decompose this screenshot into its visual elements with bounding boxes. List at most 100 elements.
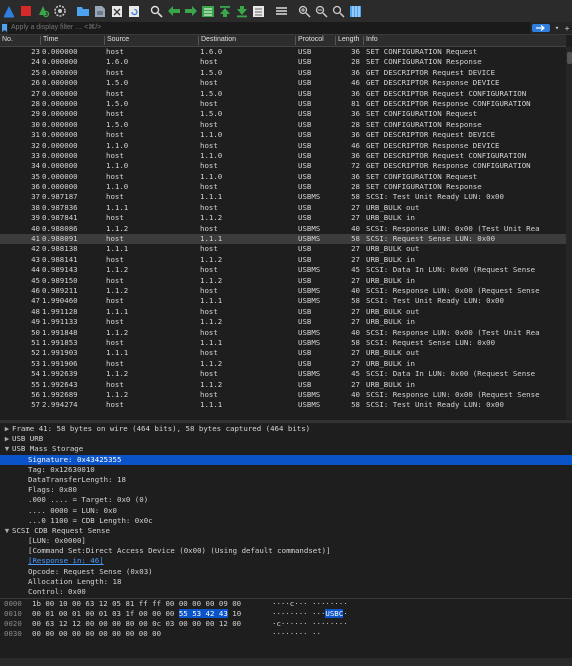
packet-row[interactable]: 27 0.000000 host 1.5.0 USB 36 GET DESCRIPTOR R…: [0, 89, 566, 99]
colorize-icon[interactable]: [273, 3, 290, 19]
packet-row[interactable]: 38 0.987836 1.1.1 host USB 27 URB_BULK out: [0, 203, 566, 213]
column-length[interactable]: Length: [335, 36, 359, 45]
zoom-in-icon[interactable]: [296, 3, 313, 19]
packet-row[interactable]: 55 1.992643 host 1.1.2 USB 27 URB_BULK in: [0, 380, 566, 390]
packet-row[interactable]: 49 1.991133 host 1.1.2 USB 27 URB_BULK in: [0, 317, 566, 327]
go-first-icon[interactable]: [216, 3, 233, 19]
packet-row[interactable]: 25 0.000000 host 1.5.0 USB 36 GET DESCRIPTOR R…: [0, 68, 566, 78]
collapsed-arrow-icon[interactable]: ▶: [2, 424, 12, 434]
packet-row[interactable]: 39 0.987841 host 1.1.2 USB 27 URB_BULK in: [0, 213, 566, 223]
packet-bytes-pane[interactable]: 0000 1b 00 10 00 63 12 05 81 ff ff 00 00 …: [0, 598, 572, 659]
packet-list-scrollbar[interactable]: [566, 47, 572, 419]
detail-tree-item[interactable]: .... 0000 = LUN: 0x0: [0, 506, 572, 516]
zoom-normal-icon[interactable]: [330, 3, 347, 19]
packet-row[interactable]: 43 0.988141 host 1.1.2 USB 27 URB_BULK in: [0, 255, 566, 265]
detail-tree-item[interactable]: DataTransferLength: 18: [0, 475, 572, 485]
reload-icon[interactable]: [125, 3, 142, 19]
pane-divider[interactable]: [0, 420, 572, 423]
packet-row[interactable]: 24 0.000000 1.6.0 host USB 28 SET CONFIGURATIO…: [0, 57, 566, 67]
packet-row[interactable]: 31 0.000000 host 1.1.0 USB 36 GET DESCRIPTOR R…: [0, 130, 566, 140]
stop-icon[interactable]: [17, 3, 34, 19]
packet-row[interactable]: 46 0.989211 1.1.2 host USBMS 40 SCSI: Response…: [0, 286, 566, 296]
packet-row[interactable]: 28 0.000000 1.5.0 host USB 81 GET DESCRIPTOR R…: [0, 99, 566, 109]
column-destination[interactable]: Destination: [198, 36, 236, 45]
detail-tree-item[interactable]: .000 .... = Target: 0x0 (0): [0, 495, 572, 505]
packet-row[interactable]: 45 0.989150 host 1.1.2 USB 27 URB_BULK in: [0, 276, 566, 286]
packet-row[interactable]: 40 0.988086 1.1.2 host USBMS 40 SCSI: Response…: [0, 224, 566, 234]
detail-tree-item[interactable]: ▶ Frame 41: 58 bytes on wire (464 bits), …: [0, 424, 572, 434]
bookmark-icon[interactable]: [0, 24, 8, 32]
detail-tree-item[interactable]: ▼ SCSI CDB Request Sense: [0, 526, 572, 536]
go-last-icon[interactable]: [233, 3, 250, 19]
detail-tree-item[interactable]: ▶ USB URB: [0, 434, 572, 444]
packet-list[interactable]: 23 0.000000 host 1.6.0 USB 36 SET CONFIGURATIO…: [0, 47, 566, 419]
packet-row[interactable]: 54 1.992639 1.1.2 host USBMS 45 SCSI: Data In …: [0, 369, 566, 379]
packet-details-tree[interactable]: ▶ Frame 41: 58 bytes on wire (464 bits), …: [0, 424, 572, 596]
packet-list-scroll-thumb[interactable]: [567, 52, 572, 64]
detail-tree-item[interactable]: [Command Set:Direct Access Device (0x00)…: [0, 546, 572, 556]
packet-row[interactable]: 50 1.991848 1.1.2 host USBMS 40 SCSI: Response…: [0, 328, 566, 338]
column-source[interactable]: Source: [104, 36, 129, 45]
detail-tree-item[interactable]: Signature: 0x43425355: [0, 454, 572, 465]
packet-row[interactable]: 41 0.988091 host 1.1.1 USBMS 58 SCSI: Request …: [0, 234, 566, 245]
packet-row[interactable]: 42 0.988138 1.1.1 host USB 27 URB_BULK out: [0, 244, 566, 254]
add-filter-button-icon[interactable]: +: [562, 24, 572, 33]
find-icon[interactable]: [148, 3, 165, 19]
packet-row[interactable]: 56 1.992689 1.1.2 host USBMS 40 SCSI: Response…: [0, 390, 566, 400]
hex-row[interactable]: 0020 00 63 12 12 00 00 00 80 00 0c 03 00 …: [0, 619, 572, 629]
go-to-packet-icon[interactable]: [199, 3, 216, 19]
packet-cell-info: SCSI: Test Unit Ready LUN: 0x00: [366, 296, 504, 306]
column-time[interactable]: Time: [40, 36, 58, 45]
detail-tree-item[interactable]: ▼ USB Mass Storage: [0, 444, 572, 454]
packet-row[interactable]: 36 0.000000 1.1.0 host USB 28 SET CONFIGURATIO…: [0, 182, 566, 192]
save-file-icon[interactable]: [91, 3, 108, 19]
packet-row[interactable]: 26 0.000000 1.5.0 host USB 46 GET DESCRIPTOR R…: [0, 78, 566, 88]
packet-row[interactable]: 47 1.990460 host 1.1.1 USBMS 58 SCSI: Test Uni…: [0, 296, 566, 306]
packet-row[interactable]: 34 0.000000 1.1.0 host USB 72 GET DESCRIPTOR R…: [0, 161, 566, 171]
collapsed-arrow-icon[interactable]: ▶: [2, 434, 12, 444]
packet-row[interactable]: 30 0.000000 1.5.0 host USB 28 SET CONFIGURATIO…: [0, 120, 566, 130]
packet-row[interactable]: 57 2.994274 host 1.1.1 USBMS 58 SCSI: Test Uni…: [0, 400, 566, 410]
packet-row[interactable]: 29 0.000000 host 1.5.0 USB 36 SET CONFIGURATIO…: [0, 109, 566, 119]
packet-row[interactable]: 52 1.991903 1.1.1 host USB 27 URB_BULK out: [0, 348, 566, 358]
column-no[interactable]: No.: [0, 36, 13, 45]
detail-tree-item[interactable]: Opcode: Request Sense (0x03): [0, 567, 572, 577]
close-file-icon[interactable]: [108, 3, 125, 19]
auto-scroll-icon[interactable]: [250, 3, 267, 19]
go-forward-icon[interactable]: [182, 3, 199, 19]
packet-row[interactable]: 53 1.991906 host 1.1.2 USB 27 URB_BULK in: [0, 359, 566, 369]
packet-row[interactable]: 51 1.991853 host 1.1.1 USBMS 58 SCSI: Request …: [0, 338, 566, 348]
display-filter-input[interactable]: [8, 22, 530, 34]
detail-tree-item[interactable]: Flags: 0x80: [0, 485, 572, 495]
detail-tree-item[interactable]: ...0 1100 = CDB Length: 0x0c: [0, 516, 572, 526]
resize-columns-icon[interactable]: [347, 3, 364, 19]
options-gear-icon[interactable]: [51, 3, 68, 19]
packet-row[interactable]: 33 0.000000 host 1.1.0 USB 36 GET DESCRIPTOR R…: [0, 151, 566, 161]
shark-fin-icon[interactable]: [0, 3, 17, 19]
apply-filter-arrow-icon[interactable]: [532, 24, 550, 32]
packet-row[interactable]: 32 0.000000 1.1.0 host USB 46 GET DESCRIPTOR R…: [0, 141, 566, 151]
restart-icon[interactable]: [34, 3, 51, 19]
detail-tree-item[interactable]: [Response in: 46]: [0, 556, 572, 566]
detail-tree-item[interactable]: Control: 0x00: [0, 587, 572, 596]
hex-row[interactable]: 0010 00 01 00 01 00 01 03 1f 00 00 00 55 …: [0, 609, 572, 619]
detail-tree-item[interactable]: Allocation Length: 18: [0, 577, 572, 587]
packet-row[interactable]: 35 0.000000 host 1.1.0 USB 36 SET CONFIGURATIO…: [0, 172, 566, 182]
detail-tree-item[interactable]: Tag: 0x12630010: [0, 465, 572, 475]
column-protocol[interactable]: Protocol: [295, 36, 324, 45]
filter-dropdown-icon[interactable]: ▾: [552, 24, 562, 32]
go-back-icon[interactable]: [165, 3, 182, 19]
hex-row[interactable]: 0000 1b 00 10 00 63 12 05 81 ff ff 00 00 …: [0, 599, 572, 609]
expanded-arrow-icon[interactable]: ▼: [2, 444, 12, 454]
column-info[interactable]: Info: [363, 36, 378, 45]
hex-row[interactable]: 0030 00 00 00 00 00 00 00 00 00 00 ·······…: [0, 629, 572, 639]
open-folder-icon[interactable]: [74, 3, 91, 19]
zoom-out-icon[interactable]: [313, 3, 330, 19]
packet-row[interactable]: 37 0.987187 host 1.1.1 USBMS 58 SCSI: Test Uni…: [0, 192, 566, 202]
detail-link-text[interactable]: [Response in: 46]: [28, 556, 104, 565]
packet-row[interactable]: 44 0.989143 1.1.2 host USBMS 45 SCSI: Data In …: [0, 265, 566, 275]
packet-row[interactable]: 48 1.991128 1.1.1 host USB 27 URB_BULK out: [0, 307, 566, 317]
detail-tree-item[interactable]: [LUN: 0x0000]: [0, 536, 572, 546]
packet-row[interactable]: 23 0.000000 host 1.6.0 USB 36 SET CONFIGURATIO…: [0, 47, 566, 57]
expanded-arrow-icon[interactable]: ▼: [2, 526, 12, 536]
